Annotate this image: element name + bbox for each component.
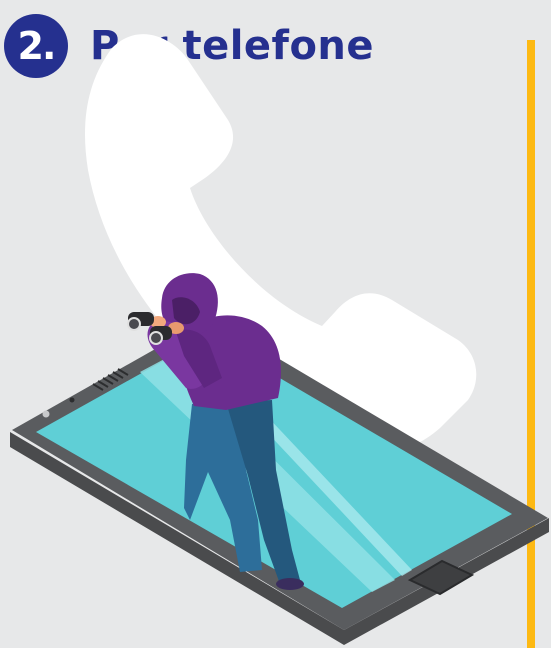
illustration	[10, 34, 549, 645]
